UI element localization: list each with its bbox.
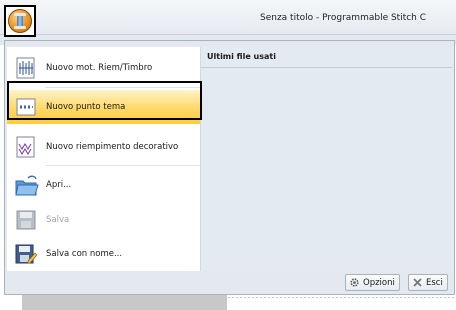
open-folder-icon bbox=[15, 174, 39, 196]
menu-item-save-as[interactable]: Salva con nome... bbox=[7, 237, 200, 271]
menu-item-save[interactable]: Salva bbox=[7, 203, 200, 237]
menu-footer: Opzioni Esci bbox=[5, 272, 454, 294]
gear-icon bbox=[349, 277, 360, 288]
recent-files-panel: Ultimi file usati bbox=[201, 47, 452, 271]
save-as-icon bbox=[15, 243, 38, 265]
window-title: Senza titolo - Programmable Stitch C bbox=[260, 13, 427, 23]
selection-highlight-frame bbox=[7, 81, 202, 120]
recent-files-header: Ultimi file usati bbox=[201, 47, 452, 68]
save-disk-icon bbox=[15, 209, 37, 231]
application-button[interactable] bbox=[4, 5, 36, 37]
title-bar: Senza titolo - Programmable Stitch C bbox=[0, 0, 456, 35]
fill-stamp-icon bbox=[15, 57, 37, 79]
decorative-fill-icon bbox=[15, 136, 37, 158]
bobbin-icon bbox=[8, 9, 32, 33]
workspace-gray-strip bbox=[22, 295, 227, 310]
application-menu: Nuovo mot. Riem/Timbro Nuovo punto tema … bbox=[4, 40, 455, 295]
workspace-grid bbox=[228, 297, 456, 310]
options-button[interactable]: Opzioni bbox=[345, 274, 400, 291]
close-icon bbox=[412, 277, 423, 288]
menu-item-open[interactable]: Apri... bbox=[7, 168, 200, 202]
menu-item-new-decorative-fill[interactable]: Nuovo riempimento decorativo bbox=[7, 130, 200, 164]
exit-button[interactable]: Esci bbox=[408, 274, 448, 291]
menu-item-new-fill-stamp[interactable]: Nuovo mot. Riem/Timbro bbox=[7, 51, 200, 85]
